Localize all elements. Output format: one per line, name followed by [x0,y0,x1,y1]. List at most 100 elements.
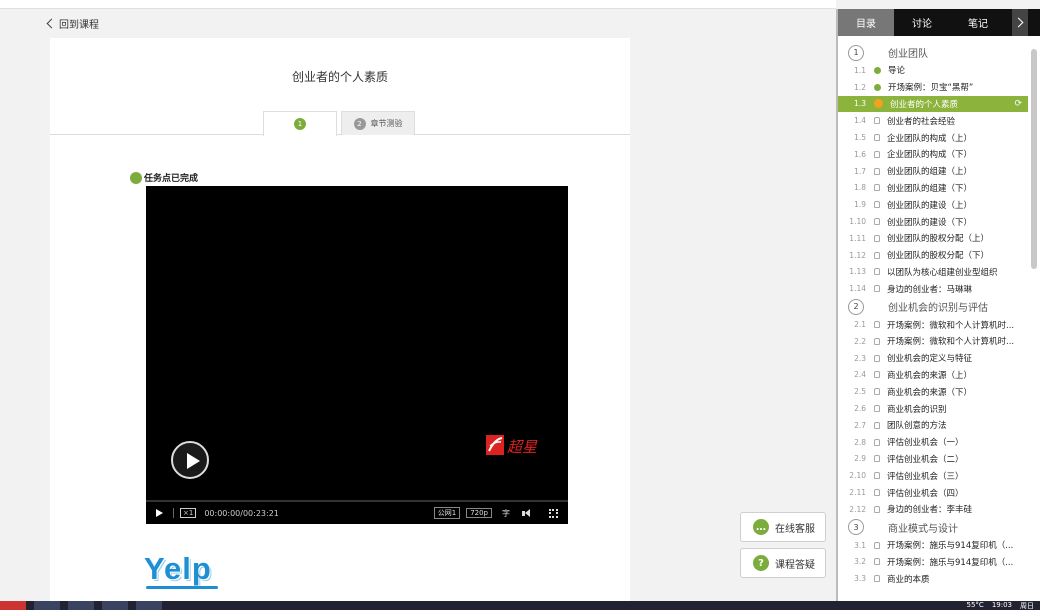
toc-item[interactable]: 1.3 创业者的个人素质 ⟳ [838,95,1028,113]
toc-item[interactable]: 2.11 评估创业机会（四） [838,484,1028,501]
lock-icon [874,321,880,329]
toc-item[interactable]: 1.10 创业团队的建设（下） [838,213,1028,230]
tab-catalog[interactable]: 目录 [838,9,894,36]
toc-item-title: 导论 [888,66,906,77]
play-icon[interactable] [156,509,163,517]
play-button[interactable] [171,441,209,479]
toc-item[interactable]: 1.2 开场案例：贝宝“黑帮” [838,79,1028,96]
toc-item-title: 评估创业机会（四） [887,488,964,499]
chapter-header[interactable]: 2 创业机会的识别与评估 [838,297,1028,316]
tab-discussion[interactable]: 讨论 [894,9,950,36]
logo-text: 超星 [507,438,538,456]
toc-item[interactable]: 2.5 商业机会的来源（下） [838,383,1028,400]
toc-item[interactable]: 1.14 身边的创业者：马琳琳 [838,280,1028,297]
toc-item[interactable]: 2.1 开场案例：微软和个人计算机时... [838,316,1028,333]
lock-icon [874,541,880,549]
toc-item[interactable]: 3.1 开场案例：施乐与914复印机（... [838,537,1028,554]
toc-item-number: 2.12 [849,504,866,514]
toc-item[interactable]: 1.5 企业团队的构成（上） [838,129,1028,146]
toc-item[interactable]: 1.7 创业团队的组建（上） [838,163,1028,180]
taskbar-app[interactable] [34,601,60,610]
online-service-button[interactable]: … 在线客服 [740,512,826,542]
toc-item[interactable]: 3.3 商业的本质 [838,570,1028,587]
video-player[interactable]: 超星 ×1 00:00:00/00:23:21 公网1 720p 字 [146,186,568,524]
toc-item-number: 1.11 [849,233,866,243]
toc-item-number: 2.6 [854,404,866,414]
panel-tabs: 目录 讨论 笔记 [838,9,1040,36]
chat-icon: … [753,519,769,535]
toc-item[interactable]: 2.8 评估创业机会（一） [838,434,1028,451]
toc-item-number: 1.12 [849,250,866,260]
toc-item-number: 3.1 [854,540,866,550]
lock-icon [874,489,880,497]
toc-item-title: 商业机会的来源（下） [887,387,973,398]
lock-icon [874,117,880,125]
toc-item-number: 1.14 [849,284,866,294]
taskbar-app[interactable] [136,601,162,610]
toc-item-number: 2.9 [854,454,866,464]
fullscreen-icon[interactable] [549,508,558,518]
toc-item-number: 2.3 [854,353,866,363]
toc-item-number: 2.4 [854,370,866,380]
chevron-left-icon [46,18,57,29]
lock-icon [874,505,880,513]
tab-chapter-quiz[interactable]: 2 章节测验 [341,111,415,135]
clock-time: 19:03 [991,600,1012,609]
online-service-label: 在线客服 [775,523,815,535]
toc-item[interactable]: 1.13 以团队为核心组建创业型组织 [838,264,1028,281]
toc-item[interactable]: 3.2 开场案例：施乐与914复印机（... [838,554,1028,571]
toc-item-number: 1.10 [849,217,866,227]
playback-speed[interactable]: ×1 [180,508,197,518]
chapter-number: 3 [848,519,864,536]
tabs-divider [50,134,630,135]
toc-item[interactable]: 2.12 身边的创业者：李丰硅 [838,501,1028,518]
toc-item[interactable]: 2.2 开场案例：微软和个人计算机时... [838,333,1028,350]
toc-item[interactable]: 1.6 企业团队的构成（下） [838,146,1028,163]
temperature: 55°C [966,600,984,609]
toc-item-title: 身边的创业者：马琳琳 [887,284,973,295]
toc-item-title: 评估创业机会（二） [887,454,964,465]
course-faq-label: 课程答疑 [775,559,815,571]
toc-item-title: 商业机会的来源（上） [887,370,973,381]
task-status: 任务点已完成 [130,171,198,184]
tab-video[interactable]: 1 [263,111,337,136]
lock-icon [874,218,880,226]
chapter-header[interactable]: 3 商业模式与设计 [838,518,1028,537]
chapter-header[interactable]: 1 创业团队 [838,43,1028,62]
toc-item[interactable]: 2.7 团队创意的方法 [838,417,1028,434]
lock-icon [874,150,880,158]
course-faq-button[interactable]: ? 课程答疑 [740,548,826,578]
toc-item[interactable]: 2.3 创业机会的定义与特征 [838,350,1028,367]
toc-item[interactable]: 2.6 商业机会的识别 [838,400,1028,417]
tab-notes[interactable]: 笔记 [950,9,1006,36]
taskbar-app[interactable] [102,601,128,610]
toc-item[interactable]: 2.9 评估创业机会（二） [838,451,1028,468]
panel-scrollbar[interactable] [1031,49,1037,269]
toc-item-number: 1.13 [849,267,866,277]
lock-icon [874,268,880,276]
toc-item[interactable]: 1.12 创业团队的股权分配（下） [838,247,1028,264]
toc-item-title: 创业者的个人素质 [890,99,959,110]
toc-item-title: 身边的创业者：李丰硅 [887,505,973,516]
chapter-number: 1 [848,44,864,61]
subtitle-icon[interactable]: 字 [502,508,510,519]
toc-item-number: 1.6 [854,149,866,159]
back-to-course-link[interactable]: 回到课程 [46,16,99,31]
toc-item-title: 开场案例：贝宝“黑帮” [888,83,974,94]
system-tray: 55°C 19:03 周日 [967,601,1034,610]
toc-item-number: 2.2 [854,336,866,346]
toc-item[interactable]: 1.11 创业团队的股权分配（上） [838,230,1028,247]
taskbar-app[interactable] [68,601,94,610]
toc-item[interactable]: 1.1 导论 [838,62,1028,79]
taskbar-app[interactable] [0,601,26,610]
toc-item[interactable]: 2.10 评估创业机会（三） [838,467,1028,484]
quality-select[interactable]: 720p [466,508,492,518]
lock-icon [874,558,880,566]
volume-icon[interactable] [522,508,531,518]
toc-item[interactable]: 1.8 创业团队的组建（下） [838,180,1028,197]
toc-item[interactable]: 1.4 创业者的社会经验 [838,112,1028,129]
toc-item[interactable]: 2.4 商业机会的来源（上） [838,367,1028,384]
chevron-right-icon[interactable] [1012,9,1028,36]
line-select[interactable]: 公网1 [433,507,461,519]
toc-item[interactable]: 1.9 创业团队的建设（上） [838,196,1028,213]
